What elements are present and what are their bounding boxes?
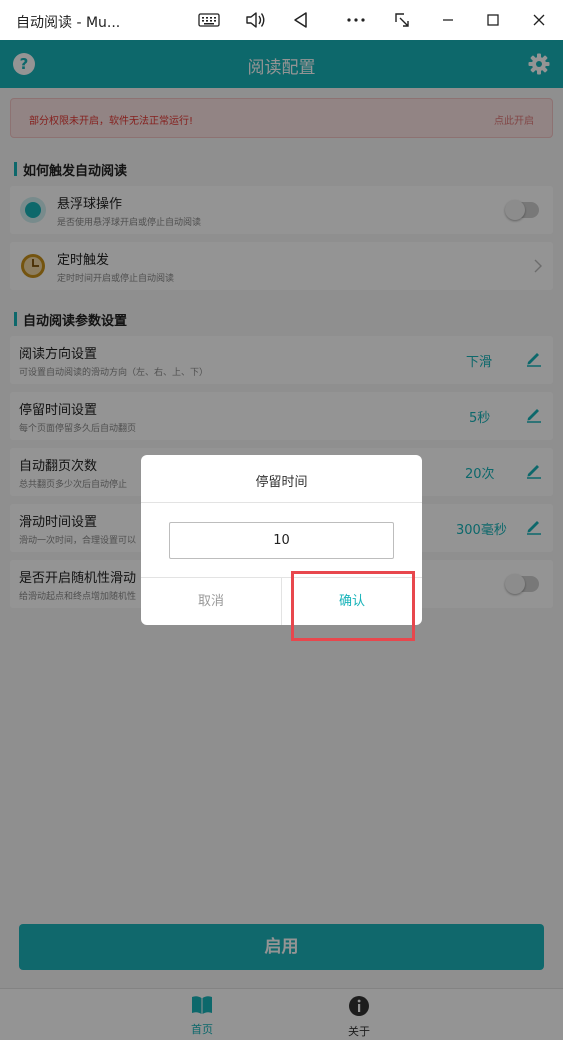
cancel-button[interactable]: 取消 [141, 578, 281, 625]
confirm-highlight-box [291, 571, 415, 641]
minimize-icon[interactable] [436, 8, 460, 32]
window-title: 自动阅读 - Mu... [16, 15, 121, 31]
volume-icon[interactable] [243, 8, 267, 32]
maximize-icon[interactable] [481, 8, 505, 32]
dwell-time-input[interactable] [169, 522, 394, 559]
keyboard-icon[interactable] [197, 8, 221, 32]
window-titlebar: 自动阅读 - Mu... [0, 0, 563, 40]
dialog-title: 停留时间 [255, 475, 308, 490]
dialog-divider [141, 502, 422, 503]
resize-icon[interactable] [390, 8, 414, 32]
back-icon[interactable] [289, 8, 313, 32]
close-icon[interactable] [527, 8, 551, 32]
more-icon[interactable] [344, 8, 368, 32]
